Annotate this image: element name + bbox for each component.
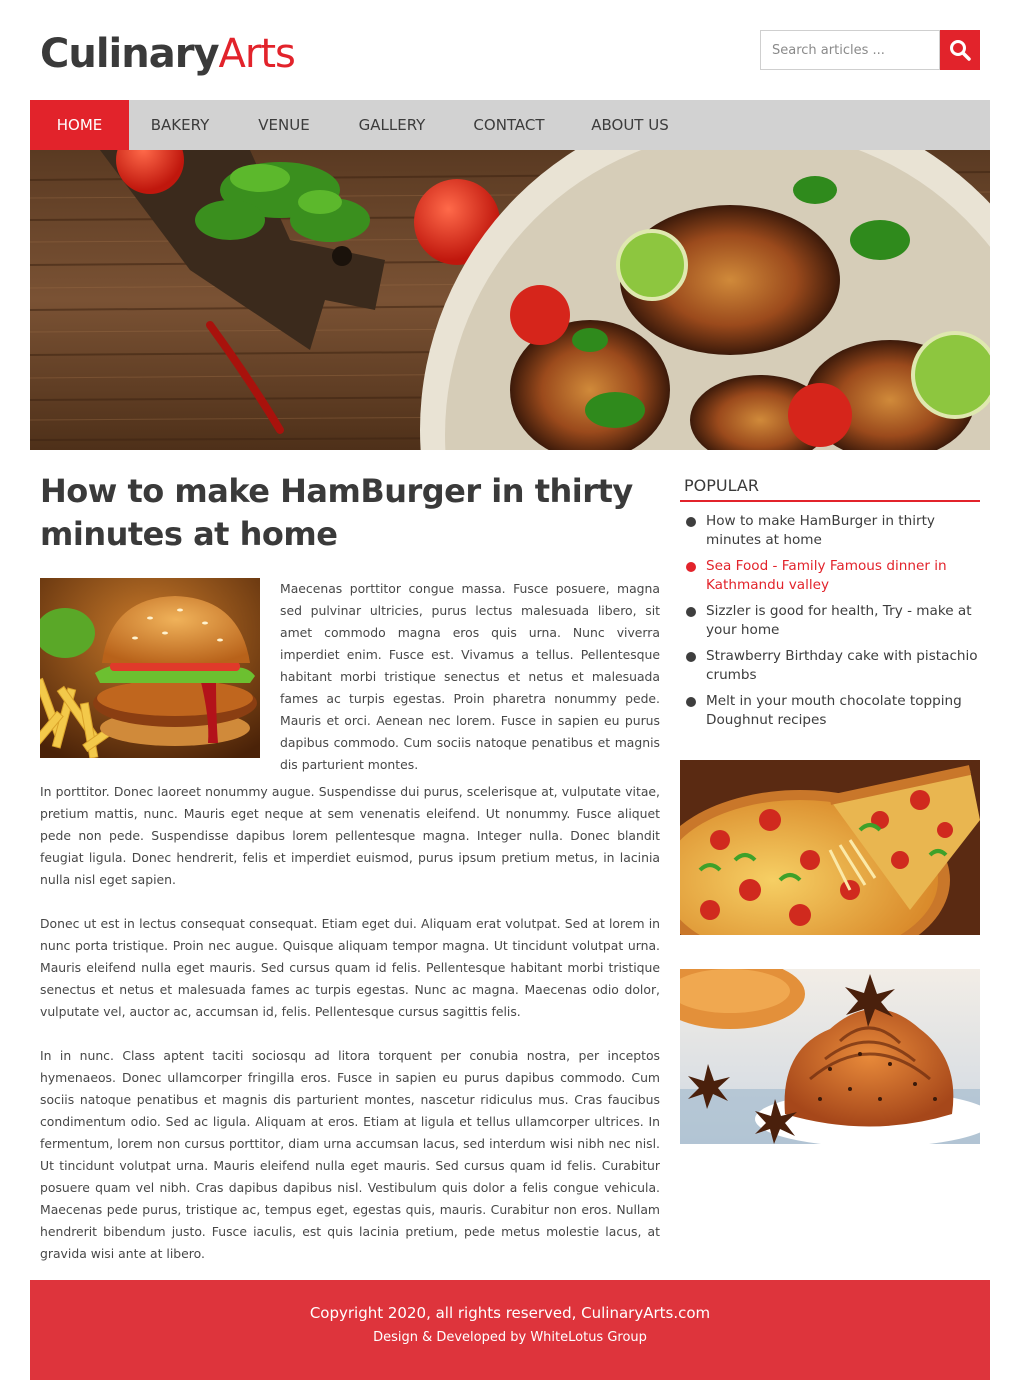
main-nav: HOME BAKERY VENUE GALLERY CONTACT ABOUT … xyxy=(30,100,990,150)
logo-part2: Arts xyxy=(218,31,296,77)
article-paragraph: In porttitor. Donec laoreet nonummy augu… xyxy=(40,784,660,887)
article-paragraph: Donec ut est in lectus consequat consequ… xyxy=(40,916,660,1019)
search-input[interactable] xyxy=(760,30,940,70)
popular-item[interactable]: Strawberry Birthday cake with pistachio … xyxy=(680,647,980,685)
popular-item[interactable]: How to make HamBurger in thirty minutes … xyxy=(680,512,980,550)
search-form xyxy=(760,30,980,70)
popular-item-label: Melt in your mouth chocolate topping Dou… xyxy=(706,693,962,728)
sidebar: POPULAR How to make HamBurger in thirty … xyxy=(680,474,980,1144)
bullet-icon xyxy=(686,697,696,707)
nav-contact[interactable]: CONTACT xyxy=(447,100,571,150)
article-title: How to make HamBurger in thirty minutes … xyxy=(40,472,633,553)
hero-image xyxy=(30,150,990,450)
nav-venue[interactable]: VENUE xyxy=(231,100,337,150)
search-button[interactable] xyxy=(940,30,980,70)
nav-about-us[interactable]: ABOUT US xyxy=(571,100,689,150)
popular-item[interactable]: Sea Food - Family Famous dinner in Kathm… xyxy=(680,557,980,595)
popular-list: How to make HamBurger in thirty minutes … xyxy=(680,512,980,730)
popular-item[interactable]: Melt in your mouth chocolate topping Dou… xyxy=(680,692,980,730)
nav-gallery[interactable]: GALLERY xyxy=(337,100,447,150)
site-header: CulinaryArts xyxy=(0,0,1020,100)
site-footer: Copyright 2020, all rights reserved, Cul… xyxy=(30,1280,990,1380)
burger-image xyxy=(40,578,260,758)
popular-item[interactable]: Sizzler is good for health, Try - make a… xyxy=(680,602,980,640)
sidebar-heading: POPULAR xyxy=(680,474,980,502)
logo-part1: Culinary xyxy=(40,31,220,77)
article-intro: Maecenas porttitor congue massa. Fusce p… xyxy=(40,578,660,772)
article-intro-text-wrap: Maecenas porttitor congue massa. Fusce p… xyxy=(280,578,660,776)
popular-item-label: Sizzler is good for health, Try - make a… xyxy=(706,603,972,638)
nav-home[interactable]: HOME xyxy=(30,100,129,150)
bullet-icon xyxy=(686,517,696,527)
popular-item-label: Sea Food - Family Famous dinner in Kathm… xyxy=(706,558,947,593)
bullet-icon xyxy=(686,562,696,572)
site-logo[interactable]: CulinaryArts xyxy=(40,28,296,80)
footer-copyright: Copyright 2020, all rights reserved, Cul… xyxy=(309,1304,711,1322)
nav-bakery[interactable]: BAKERY xyxy=(129,100,231,150)
cinnamon-roll-image[interactable] xyxy=(680,969,980,1144)
popular-item-label: Strawberry Birthday cake with pistachio … xyxy=(706,648,978,683)
bullet-icon xyxy=(686,652,696,662)
article: How to make HamBurger in thirty minutes … xyxy=(40,470,660,1287)
footer-credit: Design & Developed by WhiteLotus Group xyxy=(373,1330,647,1345)
article-paragraph: In in nunc. Class aptent taciti sociosqu… xyxy=(40,1048,660,1261)
popular-item-label: How to make HamBurger in thirty minutes … xyxy=(706,513,935,548)
bullet-icon xyxy=(686,607,696,617)
search-icon xyxy=(950,40,971,61)
article-intro-text: Maecenas porttitor congue massa. Fusce p… xyxy=(280,581,660,772)
pizza-image[interactable] xyxy=(680,760,980,935)
